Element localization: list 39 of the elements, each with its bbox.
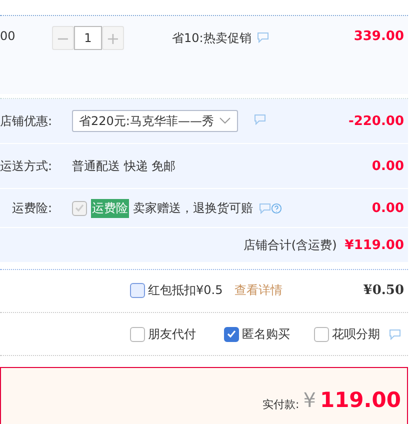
check-icon bbox=[227, 330, 236, 338]
discount-select[interactable]: 省220元:马克华菲——秀 bbox=[72, 110, 238, 132]
payment-label: 实付款: bbox=[262, 396, 300, 412]
shop-total: ¥119.00 bbox=[344, 238, 405, 253]
row-amount: 0.00 bbox=[372, 200, 405, 216]
row-label: 店铺优惠: bbox=[0, 112, 52, 130]
coupon-checkbox[interactable] bbox=[130, 283, 145, 298]
row-amount: 0.00 bbox=[372, 158, 405, 174]
decrease-button[interactable]: − bbox=[52, 26, 74, 50]
check-icon bbox=[75, 204, 84, 212]
option-checkbox[interactable] bbox=[130, 326, 145, 342]
chevron-icon bbox=[219, 117, 231, 126]
comment-icon[interactable] bbox=[254, 114, 266, 126]
row-amount: -220.00 bbox=[348, 114, 405, 129]
currency-symbol: ¥ bbox=[303, 388, 316, 412]
insurance-tag: 运费险 bbox=[91, 198, 129, 218]
row-label: 运费险: bbox=[10, 200, 52, 217]
option-label: 朋友代付 bbox=[148, 326, 196, 343]
promotion-text: 省10:热卖促销 bbox=[172, 30, 252, 47]
coupon-amount: ¥0.50 bbox=[363, 283, 405, 298]
payment-amount: 119.00 bbox=[320, 388, 401, 412]
option-checkbox[interactable] bbox=[314, 326, 329, 342]
insurance-text: 卖家赠送，退换货可赔 bbox=[133, 200, 253, 217]
unit-price: 00 bbox=[0, 29, 16, 43]
quantity-field[interactable]: 1 bbox=[74, 26, 102, 50]
comment-icon[interactable] bbox=[259, 202, 271, 214]
option-checkbox[interactable] bbox=[224, 326, 239, 342]
coupon-label: 红包抵扣¥0.5 bbox=[148, 282, 223, 300]
shop-total-label: 店铺合计(含运费) bbox=[243, 236, 337, 254]
shipping-method: 普通配送 快递 免邮 bbox=[72, 158, 176, 175]
item-subtotal: 339.00 bbox=[354, 29, 405, 44]
comment-icon[interactable] bbox=[257, 32, 270, 43]
help-icon[interactable] bbox=[271, 202, 282, 214]
details-link[interactable]: 查看详情 bbox=[234, 282, 283, 300]
option-label: 花呗分期 bbox=[332, 326, 380, 343]
option-label: 匿名购买 bbox=[242, 326, 290, 343]
comment-icon[interactable] bbox=[389, 328, 401, 340]
row-label: 运送方式: bbox=[0, 158, 52, 175]
increase-button[interactable]: + bbox=[102, 26, 124, 50]
